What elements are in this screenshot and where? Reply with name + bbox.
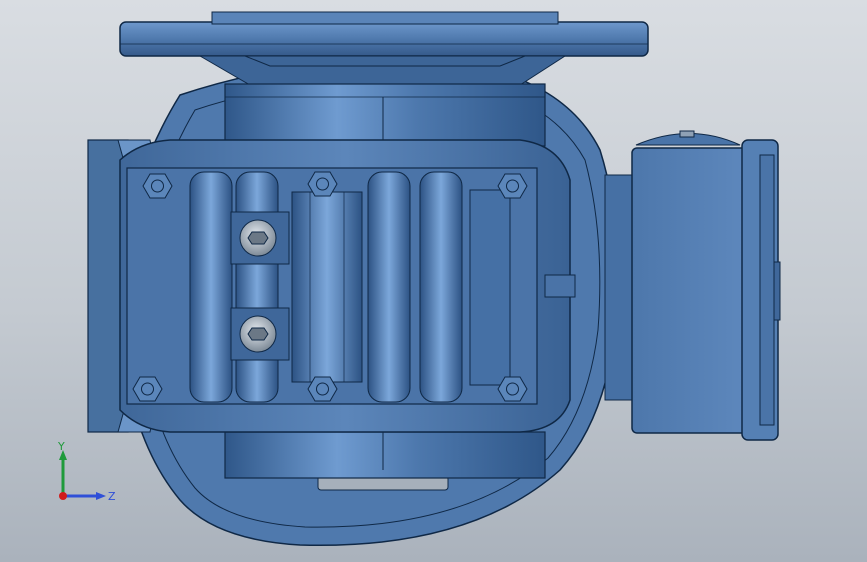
hex-bolt-bottom-mid — [307, 376, 338, 402]
top-flange — [119, 21, 649, 57]
upper-cylinder — [224, 83, 546, 147]
socket-screw-lower — [230, 307, 290, 361]
z-axis-arrowhead — [96, 492, 106, 500]
coordinate-triad: Y Z — [57, 440, 116, 503]
3d-viewport[interactable]: Y Z — [0, 0, 867, 562]
z-axis-label: Z — [108, 490, 116, 503]
hex-bolt-top-left — [142, 173, 173, 199]
cooling-ribs — [189, 171, 511, 403]
hex-bolt-top-mid — [307, 171, 338, 197]
socket-screw-upper — [230, 211, 290, 265]
hex-bolt-top-right — [497, 173, 528, 199]
terminal-box — [631, 147, 751, 434]
origin-dot — [59, 492, 67, 500]
lower-cylinder — [224, 431, 546, 479]
gear-motor-model[interactable] — [0, 0, 867, 562]
rear-shaft — [544, 274, 576, 298]
hex-bolt-bottom-right — [497, 376, 528, 402]
hex-bolt-bottom-left — [132, 376, 163, 402]
y-axis-label: Y — [57, 440, 65, 453]
